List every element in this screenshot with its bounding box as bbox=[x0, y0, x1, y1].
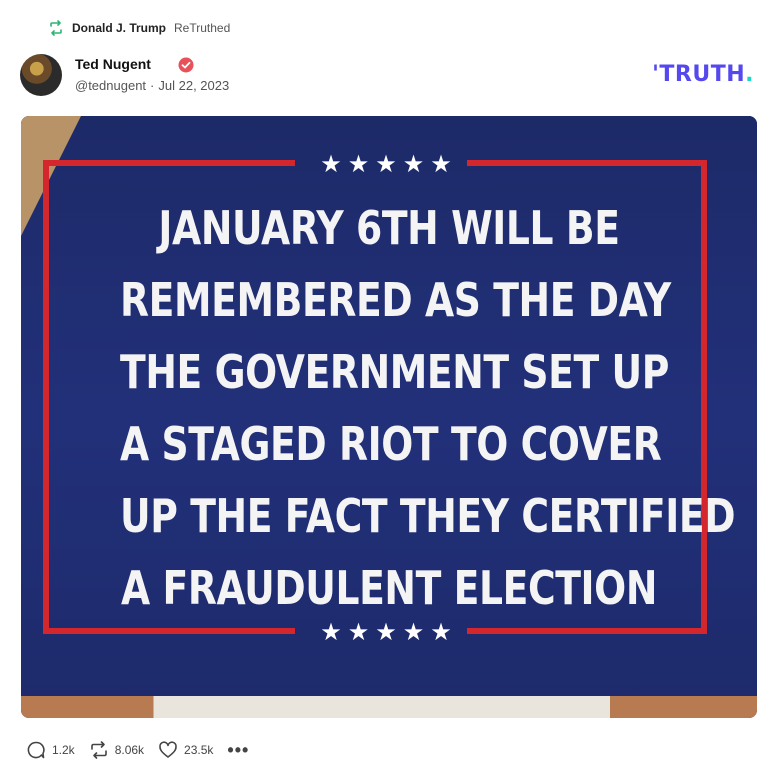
wood-corner bbox=[21, 116, 81, 236]
sign-line: A FRAUDULENT ELECTION bbox=[120, 561, 657, 615]
sign-line: UP THE FACT THEY CERTIFIED bbox=[120, 489, 736, 543]
post-image[interactable]: ★★★★★ JANUARY 6TH WILL BE REMEMBERED AS … bbox=[21, 116, 757, 718]
frame-bottom-right bbox=[467, 628, 707, 634]
reply-icon bbox=[27, 741, 45, 759]
sign-line: THE GOVERNMENT SET UP bbox=[120, 345, 670, 399]
post-date[interactable]: Jul 22, 2023 bbox=[158, 78, 229, 93]
frame-left bbox=[43, 160, 49, 634]
retruth-count: 8.06k bbox=[114, 743, 145, 757]
post-header: Ted Nugent @tednugent · Jul 22, 2023 'TR… bbox=[20, 52, 758, 98]
author-name[interactable]: Ted Nugent bbox=[75, 56, 151, 72]
post-actions: 1.2k 8.06k 23.5k ••• bbox=[26, 738, 249, 762]
sign-line: A STAGED RIOT TO COVER bbox=[120, 417, 662, 471]
retruth-user-link[interactable]: Donald J. Trump bbox=[72, 21, 166, 35]
reply-button[interactable]: 1.2k bbox=[26, 740, 75, 760]
like-count: 23.5k bbox=[184, 743, 214, 757]
post-meta: @tednugent · Jul 22, 2023 bbox=[75, 78, 229, 93]
verified-badge-icon bbox=[178, 57, 194, 73]
sign-line: JANUARY 6TH WILL BE bbox=[158, 201, 620, 255]
heart-icon bbox=[159, 741, 177, 758]
truth-logo[interactable]: 'TRUTH. bbox=[652, 62, 754, 87]
frame-top-left bbox=[43, 160, 295, 166]
frame-right bbox=[701, 160, 707, 634]
author-handle[interactable]: @tednugent bbox=[75, 78, 146, 93]
frame-bottom-left bbox=[43, 628, 295, 634]
sign-text: JANUARY 6TH WILL BE REMEMBERED AS THE DA… bbox=[120, 192, 736, 624]
reply-count: 1.2k bbox=[52, 743, 75, 757]
stars-bottom: ★★★★★ bbox=[320, 618, 458, 646]
sign-line: REMEMBERED AS THE DAY bbox=[120, 273, 671, 327]
retruth-icon bbox=[50, 20, 62, 36]
meta-separator: · bbox=[150, 78, 155, 93]
stars-top: ★★★★★ bbox=[320, 150, 458, 178]
more-options-button[interactable]: ••• bbox=[227, 740, 249, 761]
retruth-indicator: Donald J. Trump ReTruthed bbox=[48, 18, 230, 38]
frame-top-right bbox=[467, 160, 707, 166]
wood-bottom-strip bbox=[21, 696, 757, 718]
like-button[interactable]: 23.5k bbox=[158, 740, 213, 760]
avatar[interactable] bbox=[20, 54, 62, 96]
retruth-label: ReTruthed bbox=[174, 21, 231, 35]
retruth-icon bbox=[90, 741, 107, 759]
retruth-button[interactable]: 8.06k bbox=[89, 740, 144, 760]
